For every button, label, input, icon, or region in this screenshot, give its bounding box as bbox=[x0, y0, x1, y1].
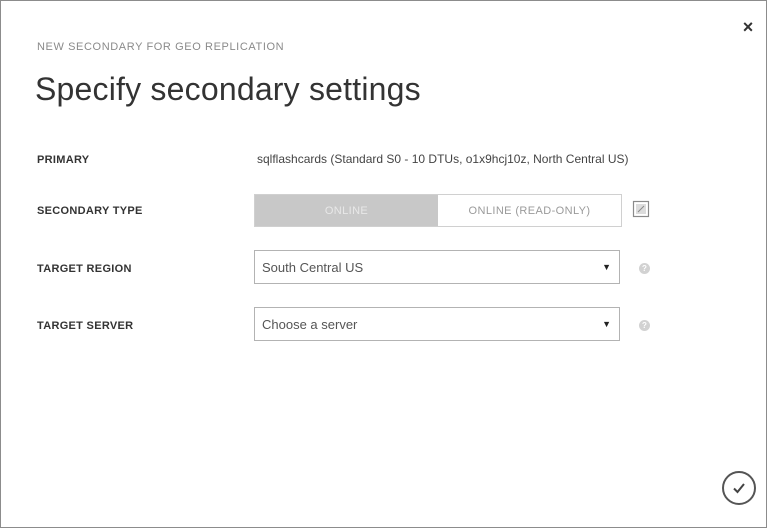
secondary-type-toggle: ONLINE ONLINE (READ-ONLY) bbox=[254, 194, 622, 227]
primary-label: PRIMARY bbox=[37, 154, 90, 166]
dialog-subtitle: NEW SECONDARY FOR GEO REPLICATION bbox=[37, 41, 285, 53]
info-box-icon[interactable] bbox=[632, 200, 650, 218]
primary-value: sqlflashcards (Standard S0 - 10 DTUs, o1… bbox=[257, 152, 629, 166]
target-server-label: TARGET SERVER bbox=[37, 320, 134, 332]
dialog-title: Specify secondary settings bbox=[35, 71, 421, 107]
dropdown-caret-icon: ▼ bbox=[602, 262, 611, 272]
target-region-value: South Central US bbox=[262, 259, 364, 275]
secondary-type-option-online-read-only[interactable]: ONLINE (READ-ONLY) bbox=[438, 195, 621, 226]
help-icon[interactable]: ? bbox=[639, 320, 650, 331]
confirm-button[interactable] bbox=[722, 471, 756, 505]
help-icon[interactable]: ? bbox=[639, 263, 650, 274]
dropdown-caret-icon: ▼ bbox=[602, 319, 611, 329]
target-region-select[interactable]: South Central US ▼ bbox=[254, 250, 620, 284]
secondary-type-option-online[interactable]: ONLINE bbox=[255, 195, 438, 226]
geo-replication-dialog: × NEW SECONDARY FOR GEO REPLICATION Spec… bbox=[0, 0, 767, 528]
secondary-type-label: SECONDARY TYPE bbox=[37, 205, 143, 217]
checkmark-icon bbox=[733, 483, 745, 494]
target-server-value: Choose a server bbox=[262, 316, 358, 332]
target-server-select[interactable]: Choose a server ▼ bbox=[254, 307, 620, 341]
close-icon[interactable]: × bbox=[740, 18, 756, 36]
target-region-label: TARGET REGION bbox=[37, 263, 132, 275]
